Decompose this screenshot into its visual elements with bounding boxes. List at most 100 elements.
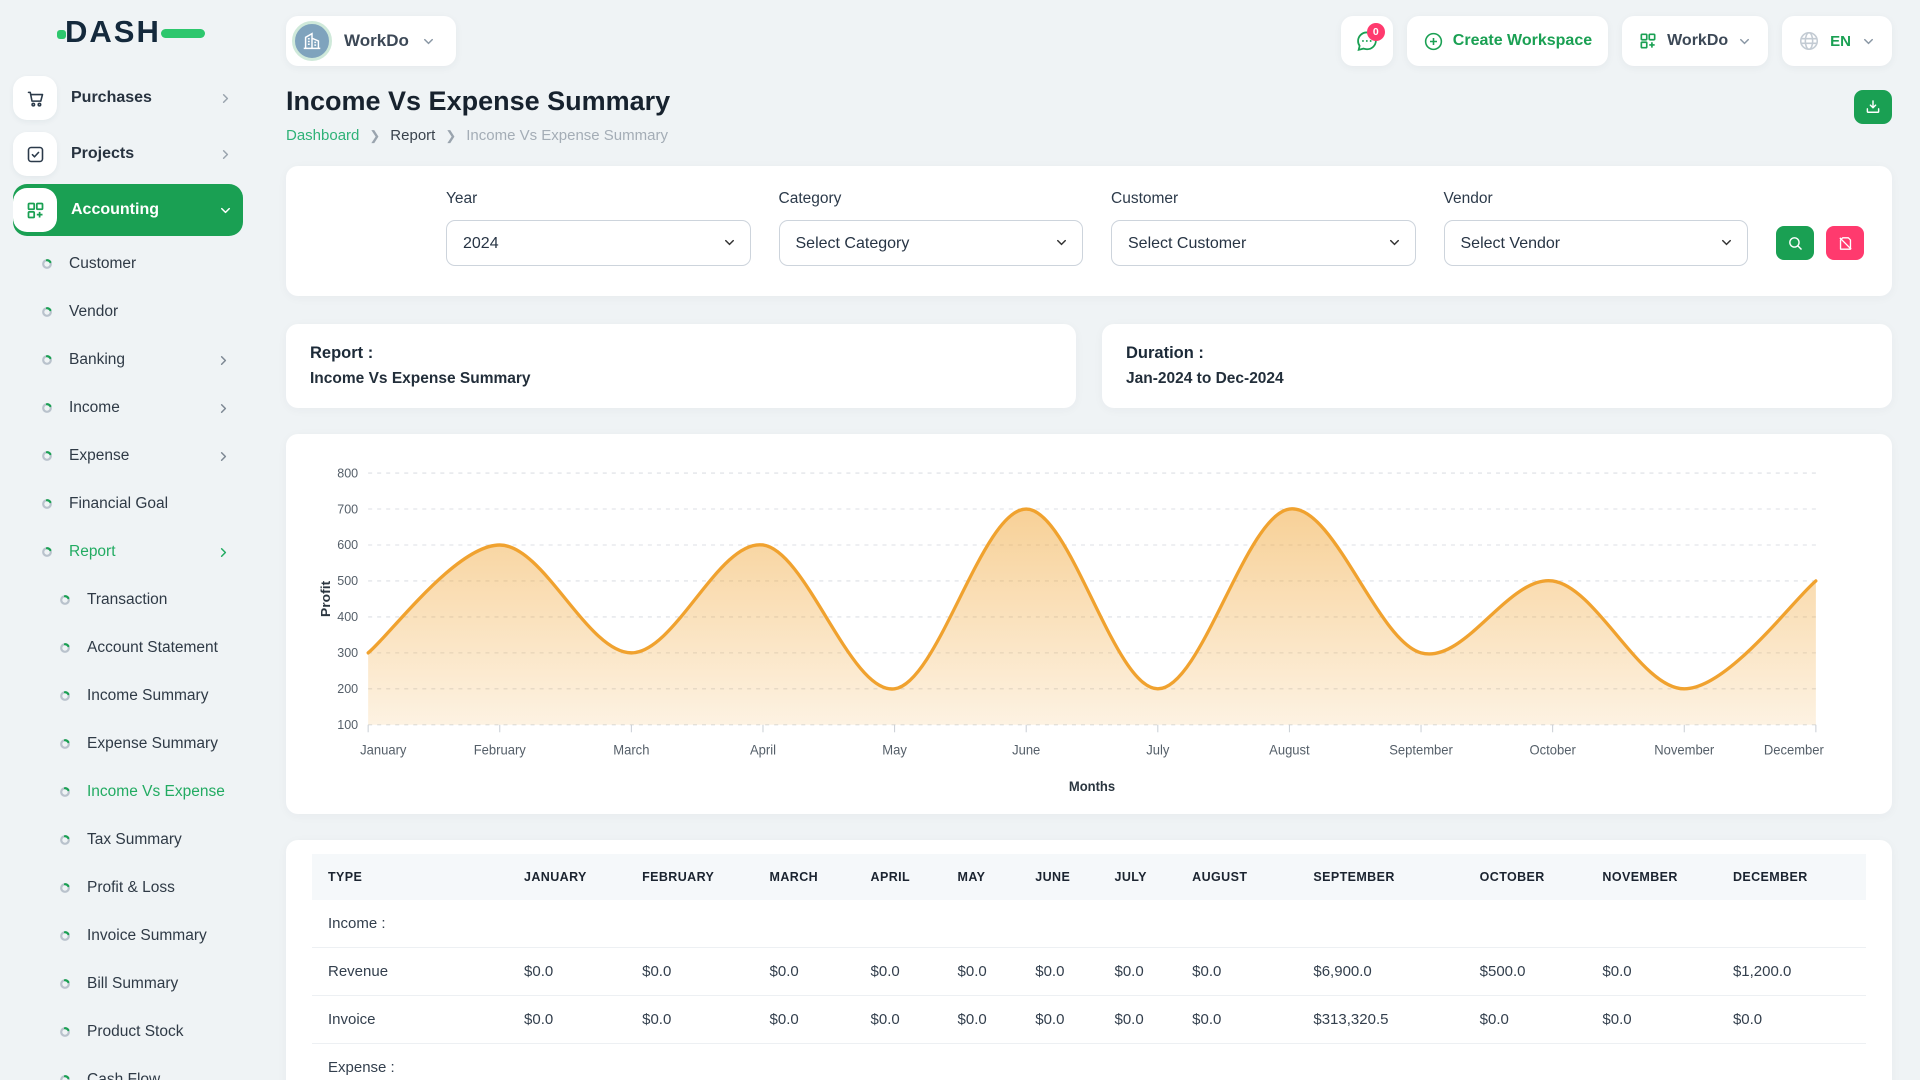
table-cell: $0.0 [1182,996,1303,1044]
vendor-select[interactable]: Select Vendor [1444,220,1749,266]
sidebar-item-label: Expense [69,447,216,465]
sidebar-item-expense-summary[interactable]: Expense Summary [13,720,243,768]
sidebar-item-purchases[interactable]: Purchases [13,72,243,124]
main-content: WorkDo 0 Create Workspace [256,0,1920,1080]
sidebar-item-income-summary[interactable]: Income Summary [13,672,243,720]
donut-icon [59,882,71,894]
svg-text:Months: Months [1069,779,1115,794]
svg-text:200: 200 [337,681,358,696]
donut-icon [59,1026,71,1038]
table-cell: $0.0 [514,948,632,996]
customer-select[interactable]: Select Customer [1111,220,1416,266]
download-icon [1864,98,1882,116]
svg-text:September: September [1389,742,1453,757]
sidebar: DASH Purchases Projects Accounting Customer… [0,0,256,1080]
sidebar-item-product-stock[interactable]: Product Stock [13,1008,243,1056]
duration-summary-card: Duration : Jan-2024 to Dec-2024 [1102,324,1892,408]
reset-filter-button[interactable] [1826,226,1864,260]
sidebar-item-label: Accounting [71,201,218,219]
sidebar-item-financial-goal[interactable]: Financial Goal [13,480,243,528]
sidebar-item-expense[interactable]: Expense [13,432,243,480]
duration-label: Duration : [1126,344,1868,363]
globe-icon [1798,30,1820,52]
table-column-header: AUGUST [1182,854,1303,900]
sidebar-item-label: Income [69,399,216,417]
table-cell: $0.0 [948,948,1026,996]
chevron-right-icon [216,353,231,368]
breadcrumb-dashboard[interactable]: Dashboard [286,127,359,144]
donut-icon [41,450,53,462]
chevron-right-icon: ❯ [445,128,456,144]
table-cell: $6,900.0 [1303,948,1469,996]
profit-area-chart: 100200300400500600700800JanuaryFebruaryM… [312,456,1866,808]
create-workspace-label: Create Workspace [1453,32,1592,50]
sidebar-item-invoice-summary[interactable]: Invoice Summary [13,912,243,960]
table-column-header: TYPE [312,854,514,900]
create-workspace-button[interactable]: Create Workspace [1407,16,1608,66]
svg-text:November: November [1654,742,1715,757]
svg-text:July: July [1146,742,1169,757]
sidebar-item-bill-summary[interactable]: Bill Summary [13,960,243,1008]
donut-icon [59,930,71,942]
sidebar-item-label: Bill Summary [87,975,243,993]
workdo-menu-label: WorkDo [1667,32,1728,50]
language-selector[interactable]: EN [1782,16,1892,66]
workspace-switcher[interactable]: WorkDo [286,16,456,66]
cart-icon [13,76,57,120]
donut-icon [59,738,71,750]
table-cell: $0.0 [760,996,861,1044]
breadcrumb: Dashboard ❯ Report ❯ Income Vs Expense S… [286,127,670,144]
sidebar-item-label: Profit & Loss [87,879,243,897]
table-column-header: SEPTEMBER [1303,854,1469,900]
sidebar-item-label: Transaction [87,591,243,609]
svg-text:October: October [1529,742,1576,757]
sidebar-item-transaction[interactable]: Transaction [13,576,243,624]
workspace-name: WorkDo [344,31,409,51]
table-row-invoice: Invoice$0.0$0.0$0.0$0.0$0.0$0.0$0.0$0.0$… [312,996,1866,1044]
table-column-header: JULY [1104,854,1182,900]
svg-text:January: January [360,742,407,757]
category-select[interactable]: Select Category [779,220,1084,266]
app-logo[interactable]: DASH [13,0,243,64]
workdo-menu-button[interactable]: WorkDo [1622,16,1768,66]
messages-button[interactable]: 0 [1341,16,1393,66]
donut-icon [59,642,71,654]
download-button[interactable] [1854,90,1892,124]
income-expense-table-card: TYPEJANUARYFEBRUARYMARCHAPRILMAYJUNEJULY… [286,840,1892,1080]
sidebar-item-account-statement[interactable]: Account Statement [13,624,243,672]
sidebar-item-profit-loss[interactable]: Profit & Loss [13,864,243,912]
sidebar-item-tax-summary[interactable]: Tax Summary [13,816,243,864]
sidebar-item-vendor[interactable]: Vendor [13,288,243,336]
sidebar-item-label: Purchases [71,89,218,107]
table-cell: $1,200.0 [1723,948,1866,996]
svg-text:December: December [1764,742,1825,757]
sidebar-item-income-vs-expense[interactable]: Income Vs Expense [13,768,243,816]
sidebar-item-banking[interactable]: Banking [13,336,243,384]
table-cell: $500.0 [1470,948,1593,996]
svg-text:600: 600 [337,537,358,552]
sidebar-item-income[interactable]: Income [13,384,243,432]
chevron-right-icon [218,147,233,162]
table-cell: $0.0 [861,996,948,1044]
svg-text:August: August [1269,742,1310,757]
donut-icon [41,258,53,270]
logo-accent-bar [161,29,205,38]
sidebar-item-label: Tax Summary [87,831,243,849]
sidebar-item-report[interactable]: Report [13,528,243,576]
sidebar-item-projects[interactable]: Projects [13,128,243,180]
chevron-right-icon [216,545,231,560]
donut-icon [59,978,71,990]
sidebar-item-label: Product Stock [87,1023,243,1041]
table-cell: $313,320.5 [1303,996,1469,1044]
breadcrumb-current: Income Vs Expense Summary [466,127,668,144]
check-square-icon [13,132,57,176]
breadcrumb-report[interactable]: Report [390,127,435,144]
sidebar-item-accounting[interactable]: Accounting [13,184,243,236]
apply-filter-button[interactable] [1776,226,1814,260]
year-select[interactable]: 2024 [446,220,751,266]
page-title: Income Vs Expense Summary [286,86,670,117]
year-field: Year 2024 [446,190,751,266]
sidebar-item-customer[interactable]: Customer [13,240,243,288]
sidebar-item-cash-flow[interactable]: Cash Flow [13,1056,243,1080]
donut-icon [59,1074,71,1080]
